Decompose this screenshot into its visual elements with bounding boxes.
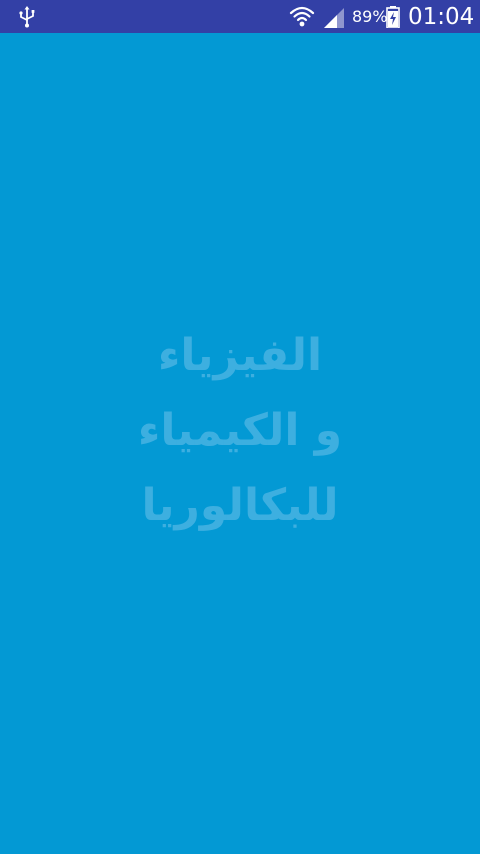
wifi-icon xyxy=(289,6,315,27)
battery-percentage: 89% xyxy=(352,7,388,26)
title-line-2: و الكيمياء xyxy=(137,405,343,456)
title-line-3: للبكالوريا xyxy=(141,480,339,531)
title-line-1: الفيزياء xyxy=(157,330,323,381)
app-title: الفيزياء و الكيمياء للبكالوريا xyxy=(40,318,440,543)
usb-icon xyxy=(19,6,35,28)
signal-icon xyxy=(324,8,344,28)
battery-charging-icon xyxy=(386,6,400,28)
clock: 01:04 xyxy=(408,4,475,30)
status-bar: 89% 01:04 xyxy=(0,0,480,33)
splash-screen: 89% 01:04 الفيزياء و الكيمياء للبكالوريا xyxy=(0,0,480,854)
